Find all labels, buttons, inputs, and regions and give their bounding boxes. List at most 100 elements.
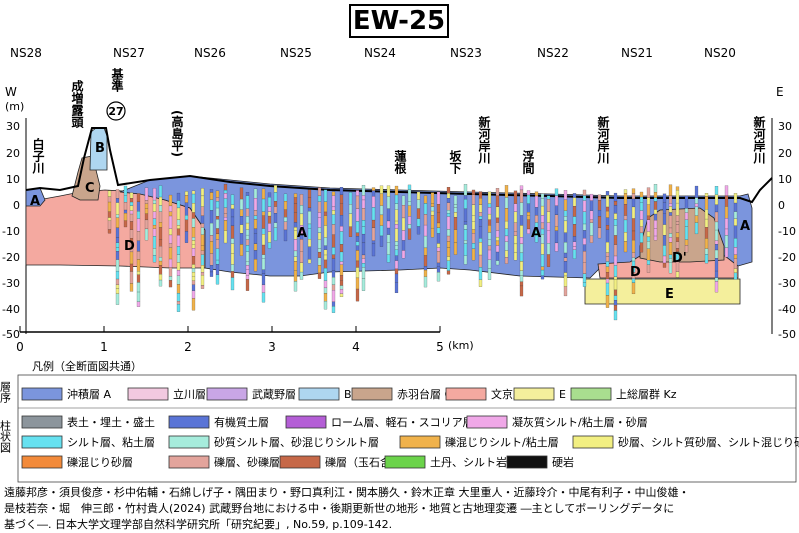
borehole-segment <box>355 190 360 197</box>
unit-label: (m) <box>5 100 24 113</box>
borehole-segment <box>668 184 673 196</box>
borehole-segment <box>355 260 360 268</box>
borehole-segment <box>331 301 336 307</box>
borehole-segment <box>675 186 680 191</box>
borehole-segment <box>386 196 391 209</box>
borehole-segment <box>261 188 266 200</box>
borehole-segment <box>478 212 483 217</box>
borehole-segment <box>519 185 524 191</box>
borehole-segment <box>239 224 244 234</box>
borehole-segment <box>191 272 196 277</box>
borehole-segment <box>317 232 322 240</box>
borehole <box>453 195 458 255</box>
borehole <box>158 185 163 287</box>
borehole-segment <box>191 190 196 195</box>
borehole-segment <box>554 230 559 244</box>
borehole-segment <box>613 289 618 296</box>
borehole-segment <box>446 198 451 203</box>
borehole-segment <box>230 271 235 278</box>
borehole <box>714 186 719 293</box>
place-label-sakashita: 坂下 <box>448 149 462 175</box>
borehole-segment <box>253 198 258 211</box>
borehole-segment <box>605 210 610 218</box>
borehole-segment <box>339 264 344 276</box>
legend-item: 土丹、シルト岩 <box>384 455 507 469</box>
y-tick-label: -40 <box>2 303 20 316</box>
svg-text:27: 27 <box>108 105 123 118</box>
borehole <box>115 189 120 305</box>
borehole-segment <box>215 239 220 249</box>
borehole <box>379 185 384 247</box>
borehole-segment <box>613 310 618 321</box>
borehole <box>704 193 709 264</box>
borehole-segment <box>668 212 673 216</box>
borehole-segment <box>471 229 476 234</box>
borehole-segment <box>478 204 483 213</box>
legend-swatch <box>21 415 63 429</box>
borehole-segment <box>394 249 399 256</box>
borehole-segment <box>684 219 689 227</box>
place-label-ukima: 浮間 <box>521 149 535 175</box>
borehole-segment <box>355 277 360 290</box>
borehole-segment <box>245 251 250 262</box>
citation: 遠藤邦彦・須貝俊彦・杉中佑輔・石綿しげ子・隅田まり・野口真利江・関本勝久・鈴木正… <box>4 485 796 533</box>
borehole <box>144 187 149 241</box>
legend: 凡例（全断面図共通） 層序 柱状図 沖積層 A 立川層 Tc 武蔵野層 M B 赤羽台層… <box>0 359 799 483</box>
borehole-segment <box>613 279 618 291</box>
borehole-segment <box>123 213 128 221</box>
borehole-segment <box>534 191 539 197</box>
borehole-segment <box>245 208 250 217</box>
borehole-segment <box>115 217 120 228</box>
borehole-segment <box>714 240 719 245</box>
borehole-segment <box>519 261 524 271</box>
borehole <box>572 193 577 259</box>
borehole-segment <box>662 255 667 264</box>
borehole <box>589 193 594 243</box>
borehole-segment <box>339 251 344 262</box>
y-tick-label: 20 <box>778 147 792 160</box>
legend-item: シルト層、粘土層 <box>21 435 155 449</box>
borehole-segment <box>613 225 618 236</box>
legend-item: 立川層 Tc <box>127 387 220 401</box>
borehole-segment <box>323 268 328 281</box>
borehole-segment <box>572 236 577 242</box>
borehole-segment <box>184 231 189 243</box>
borehole-segment <box>317 195 322 202</box>
place-label-shingashi: 新河岸川 <box>596 115 610 164</box>
borehole-segment <box>386 227 391 235</box>
borehole-segment <box>519 225 524 238</box>
borehole-segment <box>504 257 509 264</box>
borehole-segment <box>267 215 272 224</box>
borehole-segment <box>639 219 644 227</box>
borehole-segment <box>394 273 399 283</box>
borehole-segment <box>107 217 112 221</box>
borehole-segment <box>331 270 336 278</box>
borehole <box>662 193 667 268</box>
borehole-segment <box>582 238 587 245</box>
borehole-segment <box>572 246 577 250</box>
place-label-kijun: 基準 <box>110 67 124 93</box>
borehole-segment <box>631 193 636 200</box>
borehole-segment <box>215 190 220 198</box>
borehole-segment <box>129 198 134 203</box>
borehole-segment <box>191 290 196 299</box>
borehole-segment <box>136 231 141 242</box>
borehole-segment <box>323 280 328 289</box>
borehole <box>176 192 181 312</box>
borehole-segment <box>136 251 141 260</box>
borehole-segment <box>176 246 181 255</box>
borehole-segment <box>273 227 278 241</box>
section-label: NS23 <box>450 46 482 60</box>
borehole-segment <box>605 242 610 253</box>
borehole-segment <box>613 305 618 311</box>
borehole-segment <box>446 202 451 211</box>
borehole-segment <box>605 206 610 212</box>
borehole-segment <box>631 218 636 232</box>
borehole-segment <box>495 251 500 261</box>
borehole-segment <box>572 206 577 217</box>
borehole-segment <box>733 193 738 204</box>
borehole-segment <box>223 190 228 194</box>
borehole-segment <box>668 206 673 213</box>
borehole-segment <box>446 235 451 242</box>
borehole-segment <box>283 229 288 242</box>
